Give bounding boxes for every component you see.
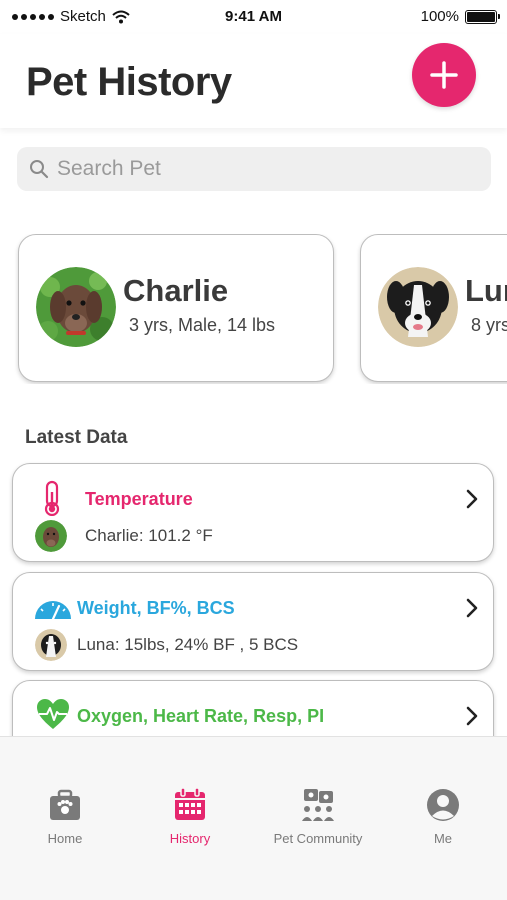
header: Pet History bbox=[0, 34, 507, 128]
data-card-value: Charlie: 101.2 °F bbox=[85, 526, 213, 545]
data-card-title: Weight, BF%, BCS bbox=[77, 598, 235, 618]
pet-card-charlie[interactable]: Charlie 3 yrs, Male, 14 lbs bbox=[18, 234, 334, 382]
search-bar bbox=[17, 147, 491, 191]
pet-info: 3 yrs, Male, 14 lbs bbox=[129, 315, 276, 335]
tab-label: Me bbox=[433, 831, 453, 846]
battery-percent: 100% bbox=[420, 8, 459, 25]
community-icon bbox=[302, 789, 334, 821]
chevron-right-icon bbox=[466, 706, 478, 726]
data-card-title: Temperature bbox=[85, 489, 193, 509]
plus-icon bbox=[430, 61, 458, 89]
status-right: 100% bbox=[420, 8, 500, 25]
pet-name: Luna bbox=[465, 273, 507, 308]
pet-card-luna[interactable]: Luna 8 yrs, Female, 15 lbs bbox=[360, 234, 507, 382]
pet-name: Charlie bbox=[123, 273, 229, 308]
search-input[interactable] bbox=[57, 157, 457, 181]
data-card-value: Luna: 15lbs, 24% BF , 5 BCS bbox=[77, 635, 299, 654]
tab-label: History bbox=[169, 831, 211, 846]
pet-avatar-small bbox=[35, 629, 67, 661]
tab-me[interactable]: Me bbox=[388, 787, 498, 846]
tab-pet-community[interactable]: Pet Community bbox=[263, 787, 373, 846]
tab-label: Home bbox=[47, 831, 83, 846]
thermometer-icon bbox=[44, 480, 60, 516]
pet-avatar bbox=[378, 267, 458, 347]
chevron-right-icon bbox=[466, 489, 478, 509]
pet-carousel[interactable]: Charlie 3 yrs, Male, 14 lbs Luna 8 yrs, … bbox=[0, 234, 507, 384]
pet-carrier-icon bbox=[50, 789, 80, 820]
pet-avatar bbox=[36, 267, 116, 347]
user-icon bbox=[427, 789, 459, 821]
status-bar: Sketch 9:41 AM 100% bbox=[0, 0, 507, 34]
latest-data-heading: Latest Data bbox=[25, 427, 128, 448]
pet-info: 8 yrs, Female, 15 lbs bbox=[471, 315, 507, 335]
page-title: Pet History bbox=[26, 60, 232, 104]
tab-home[interactable]: Home bbox=[10, 787, 120, 846]
scale-gauge-icon bbox=[35, 601, 71, 621]
data-card-weight[interactable]: Weight, BF%, BCS Luna: 15lbs, 24% BF , 5… bbox=[12, 572, 494, 671]
heartbeat-icon bbox=[37, 699, 69, 729]
data-card-temperature[interactable]: Temperature Charlie: 101.2 °F bbox=[12, 463, 494, 562]
search-icon bbox=[30, 160, 49, 179]
add-pet-button[interactable] bbox=[412, 43, 476, 107]
tab-history[interactable]: History bbox=[135, 787, 245, 846]
chevron-right-icon bbox=[466, 598, 478, 618]
tab-bar: Home History Pet Community Me bbox=[0, 736, 507, 900]
calendar-icon bbox=[175, 787, 205, 820]
battery-icon bbox=[465, 9, 500, 24]
tab-label: Pet Community bbox=[273, 831, 363, 846]
pet-avatar-small bbox=[35, 520, 67, 552]
data-card-title: Oxygen, Heart Rate, Resp, PI bbox=[77, 706, 325, 726]
